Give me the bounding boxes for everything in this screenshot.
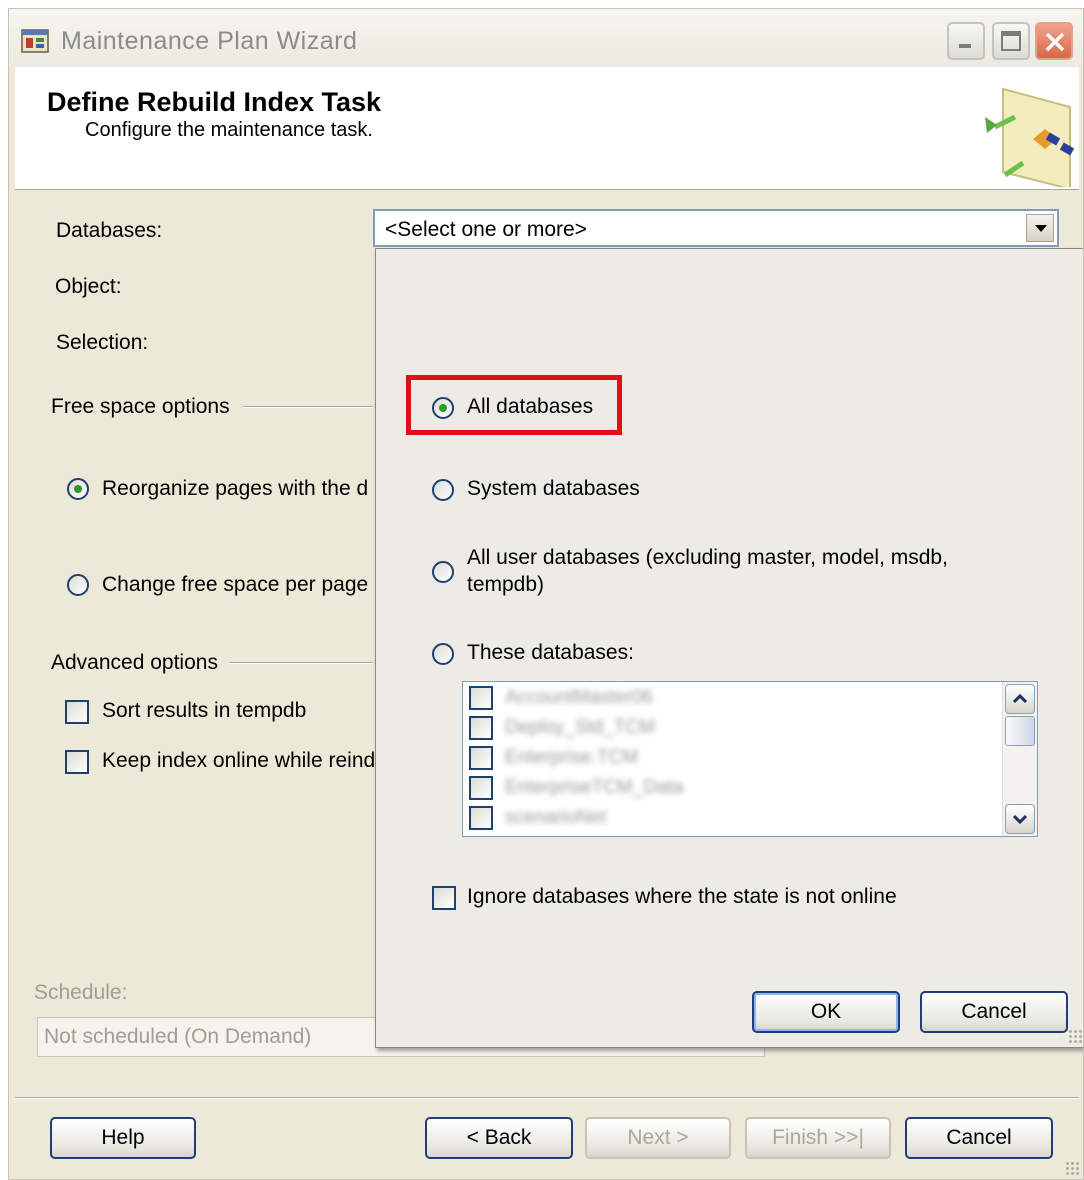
window-resize-grip[interactable] xyxy=(1065,1161,1081,1177)
wizard-window: Maintenance Plan Wizard Define Rebuild I… xyxy=(8,8,1084,1180)
all-user-databases-label-line2: tempdb) xyxy=(467,573,545,596)
group-divider xyxy=(229,662,373,664)
minimize-button[interactable] xyxy=(947,22,985,60)
reorganize-radio[interactable] xyxy=(67,478,89,500)
database-name: AccountMaster06 xyxy=(505,687,653,708)
chevron-down-icon xyxy=(1012,814,1028,825)
help-button[interactable]: Help xyxy=(50,1117,196,1159)
minimize-icon xyxy=(959,44,971,48)
maintenance-plan-app-icon xyxy=(21,29,49,53)
reorganize-label: Reorganize pages with the d xyxy=(102,477,369,500)
database-list[interactable]: AccountMaster06 Deploy_Std_TCM Enterpris… xyxy=(462,681,1038,837)
all-databases-radio[interactable] xyxy=(432,397,454,419)
these-databases-radio[interactable] xyxy=(432,643,454,665)
title-bar[interactable]: Maintenance Plan Wizard xyxy=(9,9,1083,67)
scroll-thumb[interactable] xyxy=(1005,716,1035,746)
advanced-group-label: Advanced options xyxy=(51,651,218,674)
page-title: Define Rebuild Index Task xyxy=(47,87,382,117)
wizard-header: Define Rebuild Index Task Configure the … xyxy=(15,67,1079,190)
free-space-group-label: Free space options xyxy=(51,395,230,418)
object-label: Object: xyxy=(55,275,122,298)
schedule-value: Not scheduled (On Demand) xyxy=(44,1025,312,1048)
group-divider xyxy=(243,406,373,408)
database-name: EnterpriseTCM_Data xyxy=(505,777,684,798)
database-checkbox[interactable] xyxy=(469,776,493,800)
change-free-space-radio[interactable] xyxy=(67,574,89,596)
window-title: Maintenance Plan Wizard xyxy=(61,27,358,55)
system-databases-radio[interactable] xyxy=(432,479,454,501)
these-databases-label: These databases: xyxy=(467,641,634,664)
all-user-databases-radio[interactable] xyxy=(432,561,454,583)
cancel-button[interactable]: Cancel xyxy=(905,1117,1053,1159)
change-free-space-label: Change free space per page xyxy=(102,573,369,596)
footer-divider xyxy=(15,1097,1079,1099)
maximize-icon xyxy=(1001,31,1021,51)
wizard-banner-icon xyxy=(985,87,1075,187)
chevron-up-icon xyxy=(1012,693,1028,704)
database-name: scenarioNet xyxy=(505,807,607,828)
database-checkbox[interactable] xyxy=(469,716,493,740)
close-icon xyxy=(1045,32,1065,52)
chevron-down-icon[interactable] xyxy=(1026,214,1054,242)
ignore-offline-label: Ignore databases where the state is not … xyxy=(467,885,897,908)
keep-online-checkbox[interactable] xyxy=(65,750,89,774)
dropdown-cancel-button[interactable]: Cancel xyxy=(920,991,1068,1033)
sort-results-checkbox[interactable] xyxy=(65,700,89,724)
maximize-button[interactable] xyxy=(992,22,1030,60)
finish-button[interactable]: Finish >>| xyxy=(745,1117,891,1159)
next-button[interactable]: Next > xyxy=(585,1117,731,1159)
scroll-up-button[interactable] xyxy=(1005,684,1035,714)
all-databases-label: All databases xyxy=(467,395,594,418)
ignore-offline-checkbox[interactable] xyxy=(432,886,456,910)
database-name: Deploy_Std_TCM xyxy=(505,717,655,738)
database-checkbox[interactable] xyxy=(469,806,493,830)
keep-online-label: Keep index online while reind xyxy=(102,749,376,772)
selection-label: Selection: xyxy=(56,331,149,354)
sort-results-label: Sort results in tempdb xyxy=(102,699,307,722)
system-databases-label: System databases xyxy=(467,477,640,500)
back-button[interactable]: < Back xyxy=(425,1117,573,1159)
databases-label: Databases: xyxy=(56,219,163,242)
page-subtitle: Configure the maintenance task. xyxy=(85,119,373,141)
vertical-scrollbar[interactable] xyxy=(1002,682,1037,836)
close-button[interactable] xyxy=(1035,22,1073,60)
databases-combo-value: <Select one or more> xyxy=(385,218,587,241)
database-checkbox[interactable] xyxy=(469,686,493,710)
database-checkbox[interactable] xyxy=(469,746,493,770)
scroll-down-button[interactable] xyxy=(1005,804,1035,834)
all-user-databases-label-line1: All user databases (excluding master, mo… xyxy=(467,546,948,569)
databases-combo[interactable]: <Select one or more> xyxy=(373,209,1059,247)
schedule-label: Schedule: xyxy=(34,981,128,1004)
ok-button[interactable]: OK xyxy=(752,991,900,1033)
database-name: Enterprise.TCM xyxy=(505,747,639,768)
resize-grip[interactable] xyxy=(1068,1029,1083,1045)
database-selection-dropdown: All databases System databases All user … xyxy=(375,248,1083,1048)
